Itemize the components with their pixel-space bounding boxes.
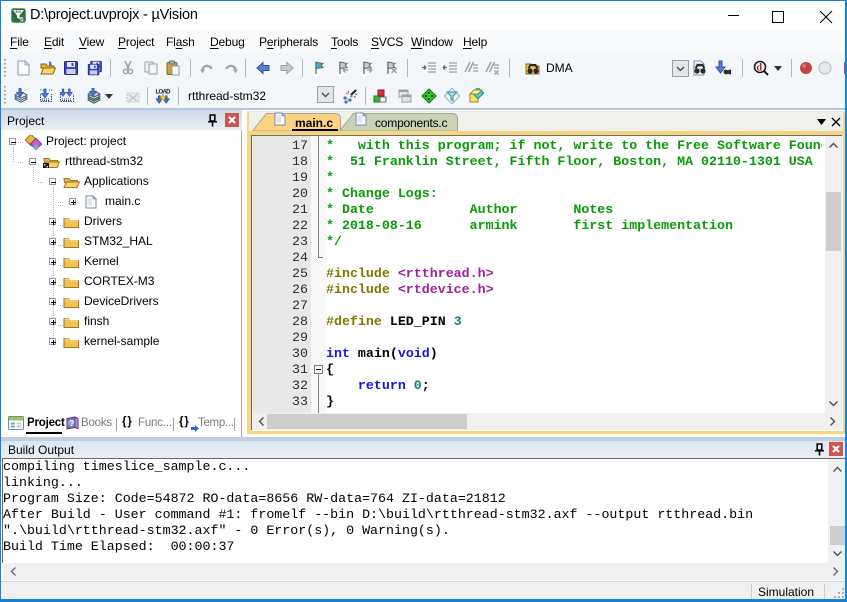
svg-text:5: 5 [20, 17, 24, 24]
svg-text:d: d [757, 63, 763, 74]
svg-text:?: ? [69, 418, 74, 428]
